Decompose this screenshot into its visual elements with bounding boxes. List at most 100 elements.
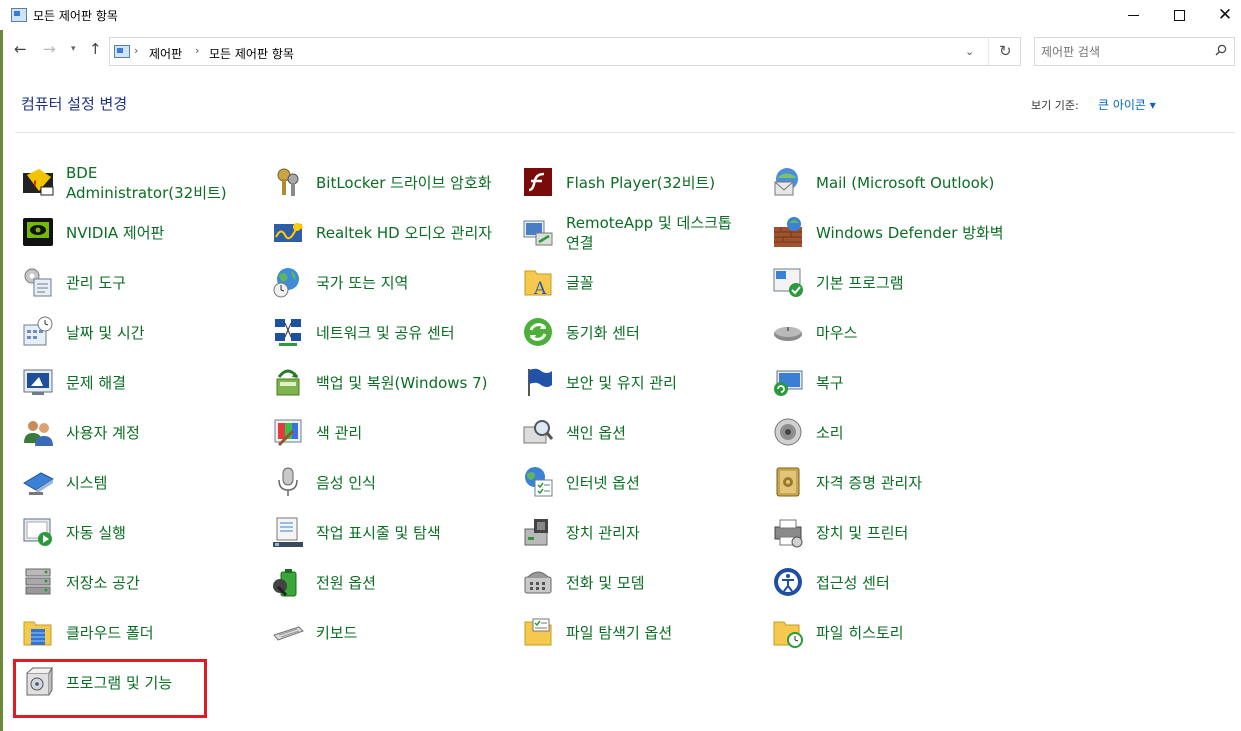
control-panel-item[interactable]: 관리 도구 (21, 260, 261, 306)
item-label: 시스템 (66, 474, 108, 492)
item-label: 저장소 공간 (66, 574, 140, 592)
control-panel-item[interactable]: 색 관리 (271, 410, 511, 456)
microphone-icon (278, 467, 298, 496)
item-label: 장치 관리자 (566, 524, 640, 542)
control-panel-item[interactable]: 소리 (771, 410, 1011, 456)
item-label: 전화 및 모뎀 (566, 574, 645, 592)
sound-speaker-icon (774, 418, 802, 446)
item-label: 전원 옵션 (316, 574, 376, 592)
control-panel-item[interactable]: 저장소 공간 (21, 560, 261, 606)
control-panel-item[interactable]: RemoteApp 및 데스크톱 연결 (521, 210, 761, 256)
chevron-right-icon[interactable]: › (195, 44, 199, 57)
control-panel-item[interactable]: 네트워크 및 공유 센터 (271, 310, 511, 356)
maximize-button[interactable] (1156, 0, 1202, 30)
minimize-button[interactable] (1110, 0, 1156, 30)
title-bar: 모든 제어판 항목 ✕ (0, 0, 1241, 30)
search-input[interactable] (1041, 43, 1206, 61)
address-bar[interactable]: › 제어판 › 모든 제어판 항목 ⌄ ↻ (109, 37, 1021, 66)
system-monitor-icon (23, 472, 55, 495)
item-label: 파일 탐색기 옵션 (566, 624, 673, 642)
control-panel-icon (11, 8, 27, 22)
desktop-edge (0, 30, 3, 731)
control-panel-item[interactable]: 프로그램 및 기능 (21, 660, 261, 706)
breadcrumb-control-panel[interactable]: 제어판 (149, 45, 182, 62)
color-management-icon (274, 419, 302, 447)
control-panel-item[interactable]: Realtek HD 오디오 관리자 (271, 210, 511, 256)
control-panel-item[interactable]: 키보드 (271, 610, 511, 656)
control-panel-item[interactable]: 문제 해결 (21, 360, 261, 406)
region-globe-icon (273, 268, 299, 298)
address-dropdown-icon[interactable]: ⌄ (965, 45, 974, 58)
control-panel-item[interactable]: 자격 증명 관리자 (771, 460, 1011, 506)
item-label: RemoteApp 및 데스크톱 연결 (566, 214, 732, 252)
control-panel-item[interactable]: ! BDE Administrator(32비트) (21, 160, 261, 206)
item-label: 색 관리 (316, 424, 363, 442)
item-label: 기본 프로그램 (816, 274, 904, 292)
control-panel-item[interactable]: 사용자 계정 (21, 410, 261, 456)
control-panel-item[interactable]: 전화 및 모뎀 (521, 560, 761, 606)
control-panel-item[interactable]: 색인 옵션 (521, 410, 761, 456)
item-label: BitLocker 드라이브 암호화 (316, 174, 492, 192)
search-icon[interactable] (1215, 44, 1227, 56)
bitlocker-icon (277, 168, 299, 196)
search-box[interactable] (1034, 37, 1235, 66)
mouse-icon (774, 327, 802, 341)
control-panel-item[interactable]: 국가 또는 지역 (271, 260, 511, 306)
item-label: Flash Player(32비트) (566, 174, 716, 192)
control-panel-item[interactable]: 파일 탐색기 옵션 (521, 610, 761, 656)
remoteapp-icon (523, 220, 553, 246)
control-panel-item[interactable]: 보안 및 유지 관리 (521, 360, 761, 406)
item-label: 복구 (816, 374, 844, 392)
control-panel-item[interactable]: 클라우드 폴더 (21, 610, 261, 656)
control-panel-item[interactable]: 장치 및 프린터 (771, 510, 1011, 556)
view-by-dropdown[interactable]: 큰 아이콘 ▾ (1098, 96, 1156, 113)
item-label: 사용자 계정 (66, 424, 140, 442)
control-panel-item[interactable]: 접근성 센터 (771, 560, 1011, 606)
control-panel-icon (114, 45, 130, 58)
control-panel-item[interactable]: 날짜 및 시간 (21, 310, 261, 356)
svg-text:A: A (533, 279, 547, 299)
credential-vault-icon (776, 467, 800, 497)
control-panel-item[interactable]: 시스템 (21, 460, 261, 506)
control-panel-item[interactable]: NVIDIA 제어판 (21, 210, 261, 256)
nvidia-icon (23, 218, 53, 246)
control-panel-item[interactable]: 전원 옵션 (271, 560, 511, 606)
control-panel-item[interactable]: Flash Player(32비트) (521, 160, 761, 206)
control-panel-item[interactable]: 동기화 센터 (521, 310, 761, 356)
control-panel-item[interactable]: 복구 (771, 360, 1011, 406)
control-panel-item[interactable]: 자동 실행 (21, 510, 261, 556)
control-panel-item[interactable]: 백업 및 복원(Windows 7) (271, 360, 511, 406)
control-panel-item[interactable]: 파일 히스토리 (771, 610, 1011, 656)
control-panel-item[interactable]: 마우스 (771, 310, 1011, 356)
cloud-folder-icon (23, 621, 52, 646)
file-history-icon (773, 621, 803, 648)
close-button[interactable]: ✕ (1202, 0, 1241, 30)
back-arrow-icon[interactable]: ← (14, 42, 27, 57)
control-panel-item[interactable]: 기본 프로그램 (771, 260, 1011, 306)
troubleshoot-icon (23, 369, 53, 395)
forward-arrow-icon[interactable]: → (43, 42, 56, 57)
chevron-down-icon[interactable]: ▾ (71, 45, 76, 54)
maximize-icon (1173, 9, 1185, 21)
control-panel-item[interactable]: 장치 관리자 (521, 510, 761, 556)
mail-icon (774, 168, 798, 196)
header-divider (15, 132, 1235, 133)
refresh-icon[interactable]: ↻ (999, 42, 1012, 60)
taskbar-icon (273, 517, 303, 547)
control-panel-item[interactable]: BitLocker 드라이브 암호화 (271, 160, 511, 206)
item-label: 관리 도구 (66, 274, 126, 292)
up-arrow-icon[interactable]: ↑ (89, 42, 102, 57)
close-icon: ✕ (1217, 4, 1233, 25)
chevron-right-icon[interactable]: › (134, 44, 138, 57)
control-panel-item[interactable]: Windows Defender 방화벽 (771, 210, 1011, 256)
bde-admin-icon: ! (23, 169, 54, 196)
control-panel-item[interactable]: 작업 표시줄 및 탐색 (271, 510, 511, 556)
item-label: NVIDIA 제어판 (66, 224, 165, 242)
control-panel-item[interactable]: A 글꼴 (521, 260, 761, 306)
control-panel-item[interactable]: 음성 인식 (271, 460, 511, 506)
storage-spaces-icon (25, 568, 51, 595)
control-panel-item[interactable]: Mail (Microsoft Outlook) (771, 160, 1011, 206)
control-panel-item[interactable]: 인터넷 옵션 (521, 460, 761, 506)
item-label: 작업 표시줄 및 탐색 (316, 524, 441, 542)
breadcrumb-all-items[interactable]: 모든 제어판 항목 (209, 45, 294, 62)
